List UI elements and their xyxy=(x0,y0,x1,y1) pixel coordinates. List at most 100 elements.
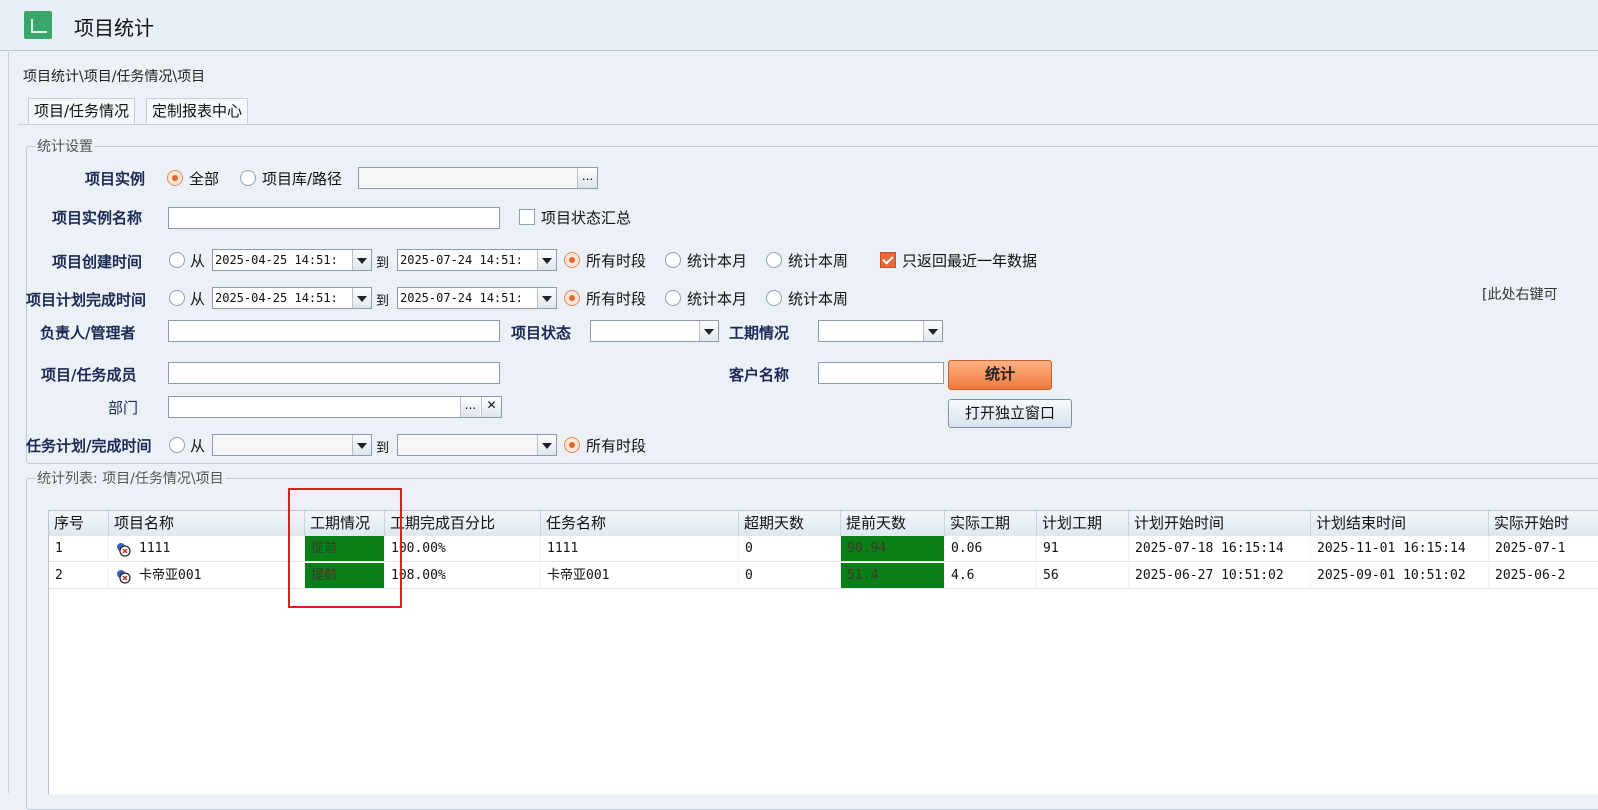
status-summary-label: 项目状态汇总 xyxy=(541,209,632,227)
col-actual-cell[interactable]: 4.6 xyxy=(945,563,1037,589)
tab-project-task[interactable]: 项目/任务情况 xyxy=(28,98,136,124)
col-plan-header[interactable]: 计划工期 xyxy=(1037,511,1129,536)
task-all-radio[interactable] xyxy=(564,437,580,453)
create-week-radio[interactable] xyxy=(766,252,782,268)
dept-browse-button[interactable]: ... xyxy=(460,397,480,417)
project-name: 卡帝亚001 xyxy=(139,568,202,583)
col-plan-cell[interactable]: 56 xyxy=(1037,563,1129,589)
col-task-cell[interactable]: 1111 xyxy=(541,536,739,562)
col-plan-cell[interactable]: 91 xyxy=(1037,536,1129,562)
chevron-down-icon[interactable] xyxy=(923,321,942,341)
task-from-radio[interactable] xyxy=(169,437,185,453)
create-to-value: 2025-07-24 14:51: xyxy=(400,253,523,267)
owner-input[interactable] xyxy=(168,320,500,342)
member-input[interactable] xyxy=(168,362,500,384)
plan-from-date[interactable]: 2025-04-25 14:51: xyxy=(212,287,372,309)
duration-label: 工期情况 xyxy=(729,324,790,342)
plan-from-radio[interactable] xyxy=(169,290,185,306)
chevron-down-icon[interactable] xyxy=(352,435,371,455)
col-name-header[interactable]: 项目名称 xyxy=(109,511,305,536)
browse-button[interactable]: ... xyxy=(577,168,597,188)
stat-button[interactable]: 统计 xyxy=(948,360,1052,390)
col-plan-start-cell[interactable]: 2025-06-27 10:51:02 xyxy=(1129,563,1311,589)
col-actual-cell[interactable]: 0.06 xyxy=(945,536,1037,562)
create-month-radio[interactable] xyxy=(665,252,681,268)
col-plan-end-cell[interactable]: 2025-11-01 16:15:14 xyxy=(1311,536,1489,562)
col-ahead-cell[interactable]: 51.4 xyxy=(841,563,945,589)
task-from-label: 从 xyxy=(190,437,206,455)
col-actual-start-cell[interactable]: 2025-07-1 xyxy=(1489,536,1598,562)
create-from-date[interactable]: 2025-04-25 14:51: xyxy=(212,249,372,271)
col-name-cell[interactable]: 卡帝亚001 xyxy=(109,563,305,589)
col-name-cell[interactable]: 1111 xyxy=(109,536,305,562)
col-actual-start-header[interactable]: 实际开始时 xyxy=(1489,511,1598,536)
task-to-label: 到 xyxy=(376,441,390,456)
instance-name-label: 项目实例名称 xyxy=(52,209,143,227)
instance-lib-radio[interactable] xyxy=(240,170,256,186)
instance-name-input[interactable] xyxy=(168,207,500,229)
status-select[interactable] xyxy=(590,320,719,342)
plan-week-radio[interactable] xyxy=(766,290,782,306)
col-no-cell[interactable]: 2 xyxy=(49,563,109,589)
clear-icon[interactable]: ✕ xyxy=(481,397,501,417)
col-task-cell[interactable]: 卡帝亚001 xyxy=(541,563,739,589)
owner-label: 负责人/管理者 xyxy=(40,324,136,342)
recent-year-label: 只返回最近一年数据 xyxy=(902,252,1038,270)
col-no-header[interactable]: 序号 xyxy=(49,511,109,536)
instance-lib-label: 项目库/路径 xyxy=(262,170,343,188)
col-task-header[interactable]: 任务名称 xyxy=(541,511,739,536)
chevron-down-icon[interactable] xyxy=(537,250,556,270)
chevron-down-icon[interactable] xyxy=(352,250,371,270)
list-legend: 统计列表: 项目/任务情况\项目 xyxy=(37,471,224,487)
col-pct-cell[interactable]: 108.00% xyxy=(385,563,541,589)
create-all-radio[interactable] xyxy=(564,252,580,268)
chevron-down-icon[interactable] xyxy=(699,321,718,341)
open-window-button[interactable]: 打开独立窗口 xyxy=(948,399,1072,428)
col-overdue-cell[interactable]: 0 xyxy=(739,536,841,562)
col-plan-end-header[interactable]: 计划结束时间 xyxy=(1311,511,1489,536)
col-ahead-header[interactable]: 提前天数 xyxy=(841,511,945,536)
project-icon xyxy=(117,570,131,584)
plan-all-radio[interactable] xyxy=(564,290,580,306)
instance-all-radio[interactable] xyxy=(167,170,183,186)
task-from-date[interactable] xyxy=(212,434,372,456)
col-plan-start-header[interactable]: 计划开始时间 xyxy=(1129,511,1311,536)
highlight-box xyxy=(288,488,402,608)
create-to-date[interactable]: 2025-07-24 14:51: xyxy=(397,249,557,271)
col-ahead-cell[interactable]: 90.94 xyxy=(841,536,945,562)
plan-to-date[interactable]: 2025-07-24 14:51: xyxy=(397,287,557,309)
plan-month-radio[interactable] xyxy=(665,290,681,306)
col-actual-header[interactable]: 实际工期 xyxy=(945,511,1037,536)
status-summary-checkbox[interactable] xyxy=(519,209,535,225)
col-overdue-cell[interactable]: 0 xyxy=(739,563,841,589)
dept-input[interactable]: ... ✕ xyxy=(168,396,502,418)
dept-label: 部门 xyxy=(108,399,139,417)
col-overdue-header[interactable]: 超期天数 xyxy=(739,511,841,536)
col-pct-cell[interactable]: 100.00% xyxy=(385,536,541,562)
task-time-label: 任务计划/完成时间 xyxy=(26,437,152,455)
tab-custom-report[interactable]: 定制报表中心 xyxy=(146,98,249,124)
plan-to-label: 到 xyxy=(376,294,390,309)
chevron-down-icon[interactable] xyxy=(352,288,371,308)
chevron-down-icon[interactable] xyxy=(537,288,556,308)
duration-select[interactable] xyxy=(818,320,943,342)
chevron-down-icon[interactable] xyxy=(537,435,556,455)
col-no-cell[interactable]: 1 xyxy=(49,536,109,562)
col-plan-start-cell[interactable]: 2025-07-18 16:15:14 xyxy=(1129,536,1311,562)
col-plan-end-cell[interactable]: 2025-09-01 10:51:02 xyxy=(1311,563,1489,589)
stat-table: 序号 项目名称 工期情况 工期完成百分比 任务名称 超期天数 提前天数 实际工期 计划工期 计划开… xyxy=(48,510,1598,794)
instance-path-input[interactable]: ... xyxy=(358,167,598,189)
left-border xyxy=(8,50,9,793)
plan-month-label: 统计本月 xyxy=(687,290,748,308)
chart-icon xyxy=(24,11,52,39)
plan-from-value: 2025-04-25 14:51: xyxy=(215,291,338,305)
col-actual-start-cell[interactable]: 2025-06-2 xyxy=(1489,563,1598,589)
create-week-label: 统计本周 xyxy=(788,252,849,270)
plan-finish-label: 项目计划完成时间 xyxy=(26,291,147,309)
create-from-radio[interactable] xyxy=(169,252,185,268)
create-to-label: 到 xyxy=(376,256,390,271)
recent-year-checkbox[interactable] xyxy=(880,252,896,268)
task-to-date[interactable] xyxy=(397,434,557,456)
customer-input[interactable] xyxy=(818,362,944,384)
col-pct-header[interactable]: 工期完成百分比 xyxy=(385,511,541,536)
